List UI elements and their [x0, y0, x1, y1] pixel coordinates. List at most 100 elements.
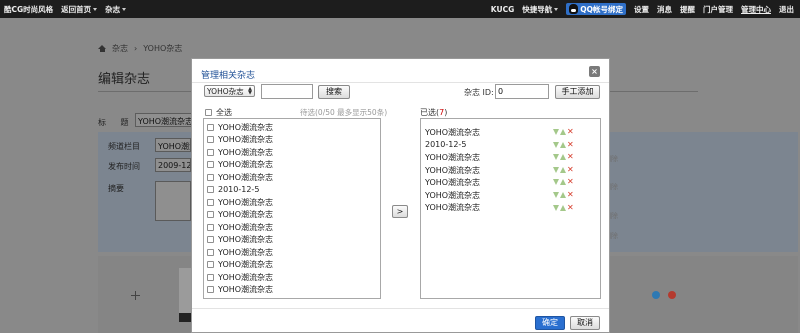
title-input[interactable]: YOHO潮流杂志 — [135, 113, 195, 127]
list-item: YOHO潮流杂志 ✕ — [421, 176, 600, 189]
item-checkbox[interactable] — [207, 286, 214, 294]
item-checkbox[interactable] — [207, 211, 214, 219]
username-link[interactable]: KUCG — [491, 5, 514, 14]
drag-move-icon[interactable] — [131, 291, 140, 300]
remove-icon[interactable]: ✕ — [567, 153, 574, 161]
magazine-id-input[interactable]: 0 — [495, 84, 549, 99]
qq-bind-button[interactable]: QQ帐号绑定 — [566, 3, 626, 15]
back-home-link[interactable]: 返回首页 — [61, 4, 98, 15]
item-checkbox[interactable] — [207, 248, 214, 256]
move-down-icon[interactable] — [553, 129, 559, 135]
chevron-down-icon — [554, 8, 559, 11]
move-up-icon[interactable] — [560, 129, 566, 135]
logout-link[interactable]: 退出 — [779, 4, 794, 15]
move-down-icon[interactable] — [553, 204, 559, 211]
chosen-label: 已选(7) — [420, 108, 448, 117]
move-down-icon[interactable] — [553, 154, 559, 161]
list-item[interactable]: 2010-12-5 — [204, 184, 380, 197]
select-all-checkbox[interactable] — [205, 109, 212, 116]
search-button[interactable]: 搜索 — [318, 85, 350, 99]
move-up-icon[interactable] — [560, 204, 566, 211]
breadcrumb-item[interactable]: YOHO杂志 — [143, 43, 182, 54]
remove-icon[interactable]: ✕ — [567, 190, 574, 199]
confirm-button[interactable]: 确定 — [535, 316, 565, 330]
list-item[interactable]: YOHO潮流杂志 — [204, 271, 380, 284]
admin-center-link[interactable]: 管理中心 — [741, 4, 771, 15]
remove-icon[interactable]: ✕ — [567, 128, 574, 136]
select-all[interactable]: 全选 — [205, 107, 232, 118]
item-checkbox[interactable] — [207, 261, 214, 269]
list-item[interactable]: YOHO潮流杂志 — [204, 134, 380, 147]
list-item[interactable]: YOHO潮流杂志 — [204, 221, 380, 234]
item-checkbox[interactable] — [207, 136, 214, 144]
move-right-button[interactable]: > — [392, 205, 408, 218]
remove-icon[interactable]: ✕ — [567, 178, 574, 186]
site-title-link[interactable]: 酷CG时尚风格 — [4, 4, 53, 15]
delete-icon[interactable] — [668, 291, 676, 299]
item-checkbox[interactable] — [207, 148, 214, 156]
move-up-icon[interactable] — [560, 166, 566, 173]
home-icon[interactable] — [98, 45, 106, 52]
item-label: YOHO潮流杂志 — [218, 122, 274, 132]
portal-manage-link[interactable]: 门户管理 — [703, 4, 733, 15]
list-item[interactable]: YOHO潮流杂志 — [204, 146, 380, 159]
item-label: YOHO潮流杂志 — [218, 235, 274, 245]
list-item[interactable]: YOHO潮流杂志 — [204, 259, 380, 272]
move-down-icon[interactable] — [553, 179, 559, 186]
breadcrumb-item[interactable]: 杂志 — [112, 43, 128, 54]
close-icon[interactable]: × — [589, 66, 600, 77]
candidate-list: YOHO潮流杂志 YOHO潮流杂志 YOHO潮流杂志 YOHO潮流杂志 YOHO潮流杂志… — [203, 118, 381, 299]
messages-link[interactable]: 消息 — [657, 4, 672, 15]
move-up-icon[interactable] — [560, 141, 566, 148]
list-item[interactable]: YOHO潮流杂志 — [204, 196, 380, 209]
add-icon[interactable] — [652, 291, 660, 299]
item-label: 2010-12-5 — [218, 185, 260, 195]
item-label: YOHO潮流杂志 — [218, 172, 274, 182]
move-up-icon[interactable] — [560, 191, 566, 198]
item-actions: ✕ — [553, 165, 574, 174]
item-checkbox[interactable] — [207, 123, 214, 131]
item-checkbox[interactable] — [207, 223, 214, 231]
list-item[interactable]: YOHO潮流杂志 — [204, 121, 380, 134]
move-up-icon[interactable] — [560, 154, 566, 161]
summary-textarea[interactable] — [155, 181, 191, 221]
reminders-link[interactable]: 提醒 — [680, 4, 695, 15]
list-item: 2010-12-5 ✕ — [421, 139, 600, 152]
item-checkbox[interactable] — [207, 198, 214, 206]
quick-nav-menu[interactable]: 快捷导航 — [522, 4, 559, 15]
remove-icon[interactable]: ✕ — [567, 203, 574, 212]
move-down-icon[interactable] — [553, 166, 559, 173]
pubtime-label: 发布时间 — [108, 162, 140, 171]
item-checkbox[interactable] — [207, 173, 214, 181]
item-checkbox[interactable] — [207, 161, 214, 169]
item-checkbox[interactable] — [207, 236, 214, 244]
manual-add-button[interactable]: 手工添加 — [555, 85, 600, 99]
item-checkbox[interactable] — [207, 186, 214, 194]
list-item[interactable]: YOHO潮流杂志 — [204, 246, 380, 259]
magazine-menu[interactable]: 杂志 — [105, 4, 127, 15]
move-up-icon[interactable] — [560, 179, 566, 186]
item-checkbox[interactable] — [207, 273, 214, 281]
list-item[interactable]: YOHO潮流杂志 — [204, 159, 380, 172]
cancel-button[interactable]: 取消 — [570, 316, 600, 330]
remove-icon[interactable]: ✕ — [567, 165, 574, 174]
remove-icon[interactable]: ✕ — [567, 140, 574, 149]
list-item[interactable]: YOHO潮流杂志 — [204, 284, 380, 297]
item-actions: ✕ — [553, 190, 574, 199]
list-item[interactable]: YOHO潮流杂志 — [204, 234, 380, 247]
pubtime-field[interactable]: 2009-12-3 — [155, 158, 191, 172]
qq-penguin-icon — [569, 4, 579, 14]
select-arrows-icon: ▲ ▼ — [248, 86, 252, 96]
item-label: 2010-12-5 — [425, 140, 467, 150]
move-down-icon[interactable] — [553, 191, 559, 198]
list-item[interactable]: YOHO潮流杂志 — [204, 171, 380, 184]
list-item: YOHO潮流杂志 ✕ — [421, 126, 600, 139]
channel-field[interactable]: YOHO潮流杂志 — [155, 138, 191, 152]
move-down-icon[interactable] — [553, 141, 559, 148]
list-item[interactable]: YOHO潮流杂志 — [204, 209, 380, 222]
keyword-input[interactable] — [261, 84, 313, 99]
dialog-title: 管理相关杂志 — [201, 71, 256, 81]
item-actions: ✕ — [553, 128, 574, 136]
category-select[interactable]: YOHO杂志 ▲ ▼ — [204, 85, 255, 97]
settings-link[interactable]: 设置 — [634, 4, 649, 15]
